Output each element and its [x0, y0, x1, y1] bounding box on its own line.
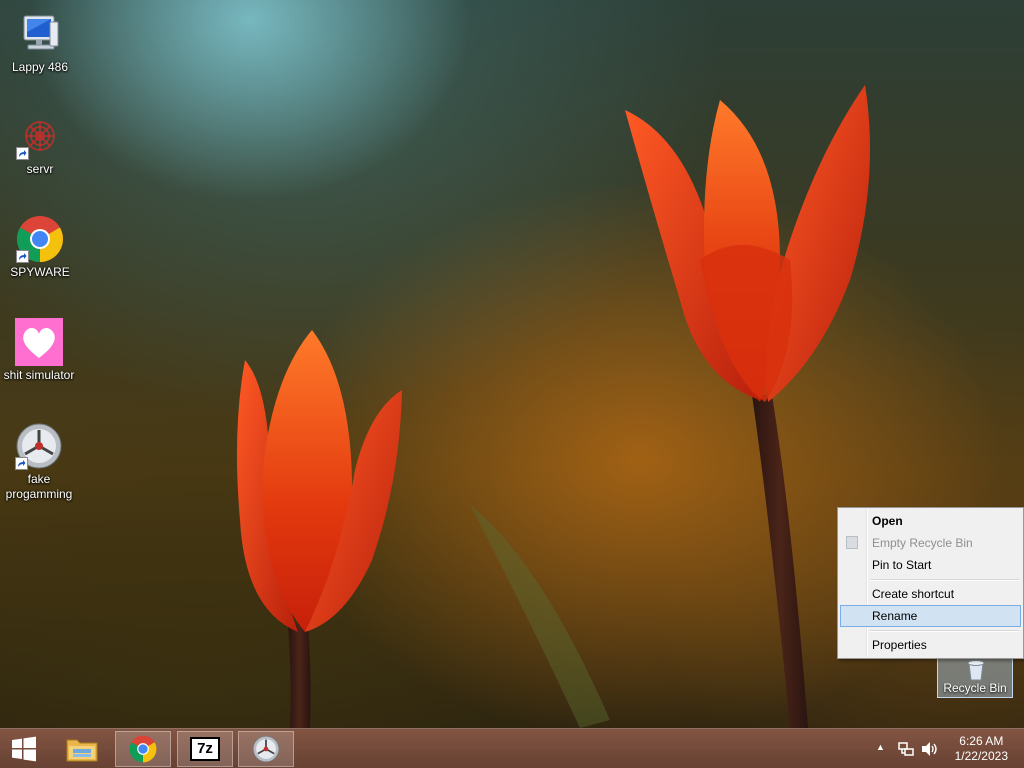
file-explorer-button[interactable]	[54, 731, 110, 767]
heart-icon	[15, 318, 63, 366]
desktop-icon-label: SPYWARE	[10, 265, 70, 279]
chrome-button[interactable]	[115, 731, 171, 767]
app-button[interactable]	[238, 731, 294, 767]
desktop[interactable]: Lappy 486 servr SPYWARE shit simulator f…	[0, 0, 1024, 728]
fake-programming-icon	[15, 422, 63, 470]
7zip-button[interactable]: 7z	[177, 731, 233, 767]
servr-icon	[16, 112, 64, 160]
taskbar: 7z ▲ 6:26 AM 1/22/2023	[0, 728, 1024, 768]
menu-item-rename[interactable]: Rename	[840, 605, 1021, 627]
desktop-icon-servr[interactable]: servr	[0, 112, 80, 177]
windows-logo-icon	[12, 736, 36, 762]
empty-recycle-bin-icon	[846, 536, 858, 549]
menu-item-empty-recycle-bin[interactable]: Empty Recycle Bin	[840, 532, 1021, 554]
7zip-icon: 7z	[190, 737, 220, 761]
context-menu: Open Empty Recycle Bin Pin to Start Crea…	[837, 507, 1024, 659]
computer-icon	[16, 10, 64, 58]
menu-separator	[870, 579, 1019, 581]
chrome-icon	[16, 215, 64, 263]
desktop-icon-spyware[interactable]: SPYWARE	[0, 215, 80, 280]
shortcut-arrow-icon	[16, 147, 29, 160]
desktop-icon-label: Lappy 486	[11, 60, 69, 74]
fake-programming-icon	[252, 735, 280, 763]
folder-icon	[66, 739, 98, 762]
menu-item-pin-to-start[interactable]: Pin to Start	[840, 554, 1021, 576]
clock-time: 6:26 AM	[959, 734, 1004, 748]
desktop-icon-lappy-486[interactable]: Lappy 486	[0, 10, 80, 75]
show-hidden-icons-button[interactable]: ▲	[876, 742, 885, 752]
desktop-icon-label: shit simulator	[3, 368, 75, 382]
menu-item-open[interactable]: Open	[840, 510, 1021, 532]
start-button[interactable]	[0, 731, 48, 767]
menu-item-label: Empty Recycle Bin	[872, 536, 973, 550]
system-clock[interactable]: 6:26 AM 1/22/2023	[955, 734, 1008, 764]
desktop-icon-label: fake progamming	[5, 472, 73, 501]
recycle-bin-label: Recycle Bin	[943, 681, 1007, 695]
menu-item-create-shortcut[interactable]: Create shortcut	[840, 583, 1021, 605]
desktop-icon-fake-progamming[interactable]: fake progamming	[0, 422, 79, 502]
desktop-icon-shit-simulator[interactable]: shit simulator	[0, 318, 79, 383]
shortcut-arrow-icon	[16, 250, 29, 263]
desktop-icon-label: servr	[26, 162, 54, 176]
menu-separator	[870, 630, 1019, 632]
volume-icon[interactable]	[921, 741, 939, 760]
network-icon[interactable]	[898, 741, 914, 760]
menu-item-properties[interactable]: Properties	[840, 634, 1021, 656]
chrome-icon	[129, 735, 157, 763]
clock-date: 1/22/2023	[954, 749, 1008, 763]
shortcut-arrow-icon	[15, 457, 28, 470]
